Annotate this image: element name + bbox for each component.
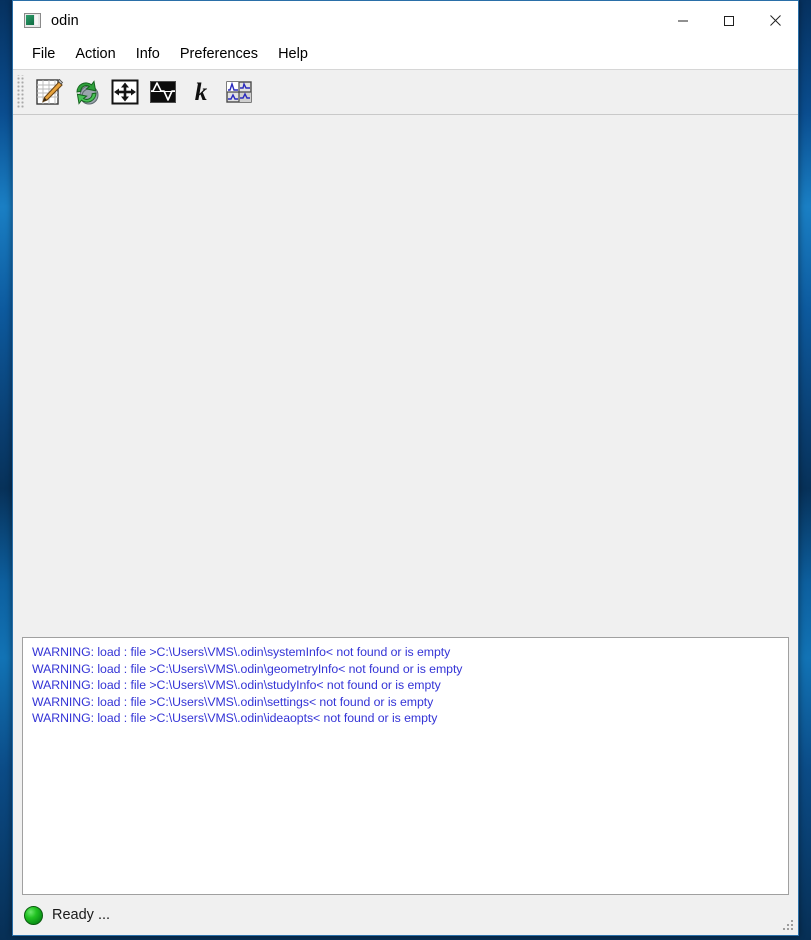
log-line: WARNING: load : file >C:\Users\VMS\.odin…: [32, 711, 438, 725]
main-work-area[interactable]: [13, 115, 798, 637]
menu-item-help[interactable]: Help: [268, 44, 318, 65]
plot-button[interactable]: [144, 73, 182, 111]
toolbar-drag-handle[interactable]: [17, 75, 26, 109]
resize-grip-icon[interactable]: [780, 918, 794, 932]
maximize-button[interactable]: [706, 1, 752, 40]
application-window: odin File Action Info Preferences Help k…: [12, 0, 799, 936]
reload-button[interactable]: [68, 73, 106, 111]
window-title: odin: [51, 12, 79, 29]
geometry-button[interactable]: [106, 73, 144, 111]
menu-item-preferences[interactable]: Preferences: [170, 44, 268, 65]
desktop-background: odin File Action Info Preferences Help k…: [0, 0, 811, 940]
app-window-icon: [24, 13, 41, 28]
k-space-icon: k: [195, 79, 208, 106]
edit-document-pencil-icon: [36, 78, 64, 105]
close-icon: [769, 15, 781, 26]
menu-item-info[interactable]: Info: [126, 44, 170, 65]
minimize-icon: [678, 20, 688, 21]
close-button[interactable]: [752, 1, 798, 40]
k-space-button[interactable]: k: [182, 73, 220, 111]
menu-bar: File Action Info Preferences Help: [13, 40, 798, 70]
log-line: WARNING: load : file >C:\Users\VMS\.odin…: [32, 661, 463, 676]
log-line: WARNING: load : file >C:\Users\VMS\.odin…: [32, 645, 451, 659]
toolbar: k: [13, 70, 798, 115]
log-panel-wrapper: WARNING: load : file >C:\Users\VMS\.odin…: [13, 637, 798, 895]
menu-item-action[interactable]: Action: [65, 44, 125, 65]
log-output-panel[interactable]: WARNING: load : file >C:\Users\VMS\.odin…: [22, 637, 789, 895]
edit-sequence-button[interactable]: [30, 73, 68, 111]
window-controls: [660, 1, 798, 40]
menu-item-file[interactable]: File: [22, 44, 65, 65]
refresh-reload-icon: [76, 80, 99, 105]
status-text: Ready ...: [52, 907, 111, 923]
sequence-diagram-icon: [226, 81, 252, 103]
svg-text:k: k: [195, 79, 208, 106]
title-bar[interactable]: odin: [13, 1, 798, 40]
maximize-icon: [724, 15, 734, 26]
log-line: WARNING: load : file >C:\Users\VMS\.odin…: [32, 678, 441, 692]
status-bar: Ready ...: [13, 895, 798, 935]
sequence-view-button[interactable]: [220, 73, 258, 111]
log-line: WARNING: load : file >C:\Users\VMS\.odin…: [32, 694, 434, 709]
minimize-button[interactable]: [660, 1, 706, 40]
waveform-plot-icon: [150, 81, 176, 103]
move-arrows-icon: [111, 79, 139, 105]
status-led-icon: [24, 905, 43, 925]
